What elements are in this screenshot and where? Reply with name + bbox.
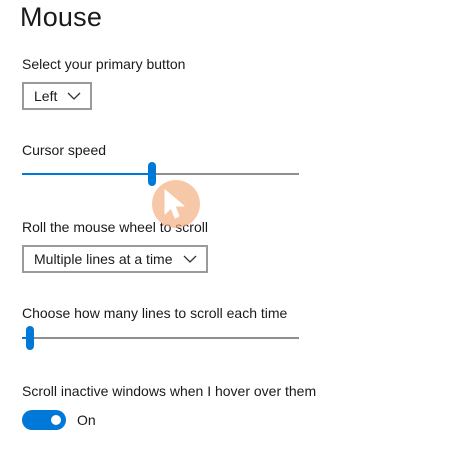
chevron-down-icon xyxy=(67,92,81,100)
primary-button-value: Left xyxy=(34,88,58,104)
primary-button-dropdown[interactable]: Left xyxy=(22,82,93,110)
mouse-settings-page: Mouse Select your primary button Left Cu… xyxy=(0,0,455,476)
slider-thumb[interactable] xyxy=(26,326,35,350)
lines-to-scroll-label: Choose how many lines to scroll each tim… xyxy=(22,305,288,321)
wheel-scroll-value: Multiple lines at a time xyxy=(34,251,173,267)
slider-track xyxy=(22,337,299,339)
wheel-scroll-dropdown[interactable]: Multiple lines at a time xyxy=(22,245,208,273)
page-title: Mouse xyxy=(20,2,103,32)
inactive-scroll-toggle[interactable] xyxy=(22,410,66,430)
cursor-speed-slider[interactable] xyxy=(22,162,299,186)
inactive-scroll-label: Scroll inactive windows when I hover ove… xyxy=(22,383,317,399)
slider-fill xyxy=(22,173,153,175)
primary-button-label: Select your primary button xyxy=(22,56,186,72)
toggle-knob xyxy=(51,415,61,425)
cursor-click-icon xyxy=(164,189,185,219)
cursor-highlight xyxy=(152,180,200,228)
toggle-state-text: On xyxy=(77,412,96,428)
cursor-speed-label: Cursor speed xyxy=(22,142,107,158)
lines-to-scroll-slider[interactable] xyxy=(22,326,299,350)
slider-thumb[interactable] xyxy=(148,162,157,186)
chevron-down-icon xyxy=(183,255,196,263)
